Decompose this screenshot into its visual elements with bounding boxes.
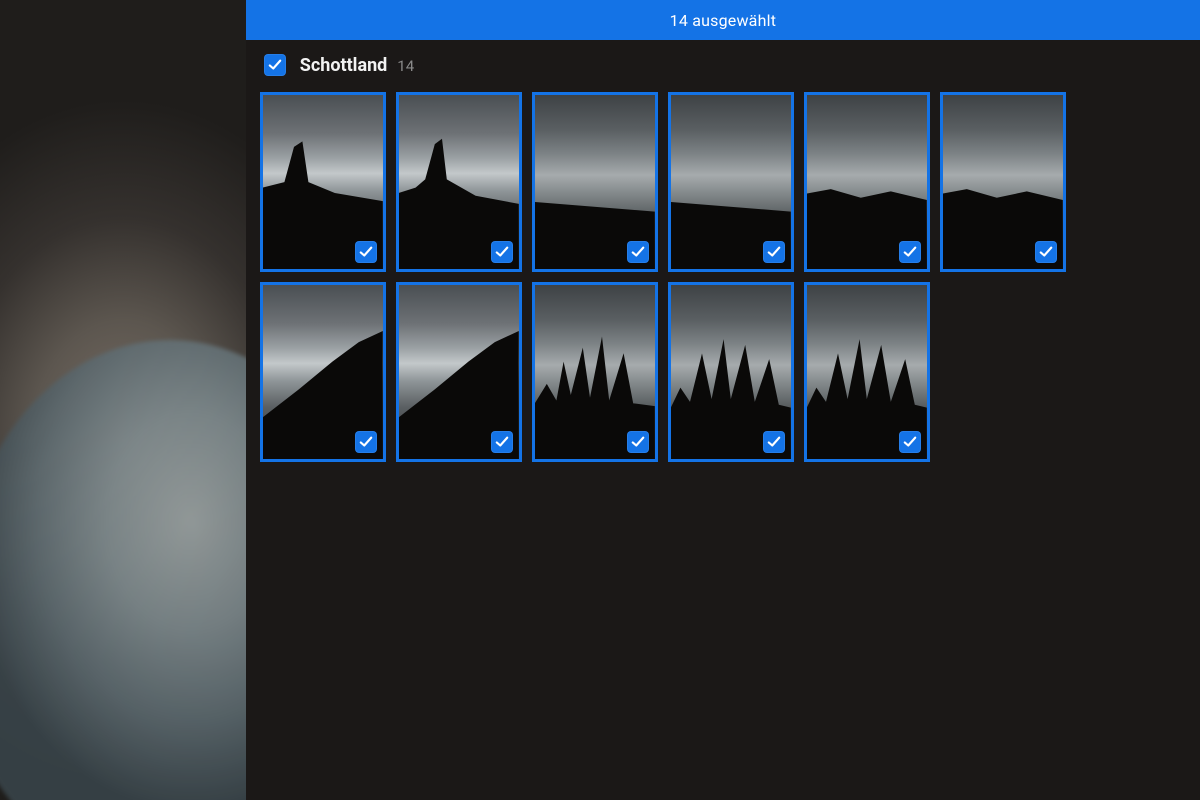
thumbnail-checkbox[interactable] (491, 431, 513, 453)
album-select-all-checkbox[interactable] (264, 54, 286, 76)
thumbnail[interactable] (532, 92, 658, 272)
check-icon (767, 435, 781, 449)
check-icon (495, 435, 509, 449)
thumbnail-grid (246, 86, 1200, 476)
check-icon (359, 245, 373, 259)
thumbnail[interactable] (804, 92, 930, 272)
album-title: Schottland (300, 55, 388, 76)
thumbnail-checkbox[interactable] (627, 431, 649, 453)
selection-topbar: 14 ausgewählt (246, 0, 1200, 40)
thumbnail[interactable] (396, 282, 522, 462)
presenter-webcam-region (0, 0, 246, 800)
thumbnail[interactable] (668, 282, 794, 462)
thumbnail-checkbox[interactable] (899, 431, 921, 453)
thumbnail-checkbox[interactable] (1035, 241, 1057, 263)
thumbnail[interactable] (804, 282, 930, 462)
album-header: Schottland 14 (246, 40, 1200, 86)
screenshot-stage: 14 ausgewählt Schottland 14 (0, 0, 1200, 800)
thumbnail[interactable] (668, 92, 794, 272)
check-icon (631, 245, 645, 259)
check-icon (903, 435, 917, 449)
thumbnail-checkbox[interactable] (763, 431, 785, 453)
thumbnail-checkbox[interactable] (355, 241, 377, 263)
thumbnail-checkbox[interactable] (763, 241, 785, 263)
selection-count-label: 14 ausgewählt (670, 11, 776, 30)
thumbnail-checkbox[interactable] (491, 241, 513, 263)
thumbnail-checkbox[interactable] (627, 241, 649, 263)
thumbnail[interactable] (532, 282, 658, 462)
thumbnail[interactable] (396, 92, 522, 272)
check-icon (631, 435, 645, 449)
check-icon (359, 435, 373, 449)
check-icon (767, 245, 781, 259)
thumbnail[interactable] (940, 92, 1066, 272)
thumbnail[interactable] (260, 92, 386, 272)
album-count: 14 (397, 57, 414, 75)
check-icon (495, 245, 509, 259)
photo-app-panel: 14 ausgewählt Schottland 14 (246, 0, 1200, 800)
check-icon (1039, 245, 1053, 259)
thumbnail-checkbox[interactable] (899, 241, 921, 263)
thumbnail-checkbox[interactable] (355, 431, 377, 453)
check-icon (903, 245, 917, 259)
thumbnail[interactable] (260, 282, 386, 462)
check-icon (268, 58, 282, 72)
